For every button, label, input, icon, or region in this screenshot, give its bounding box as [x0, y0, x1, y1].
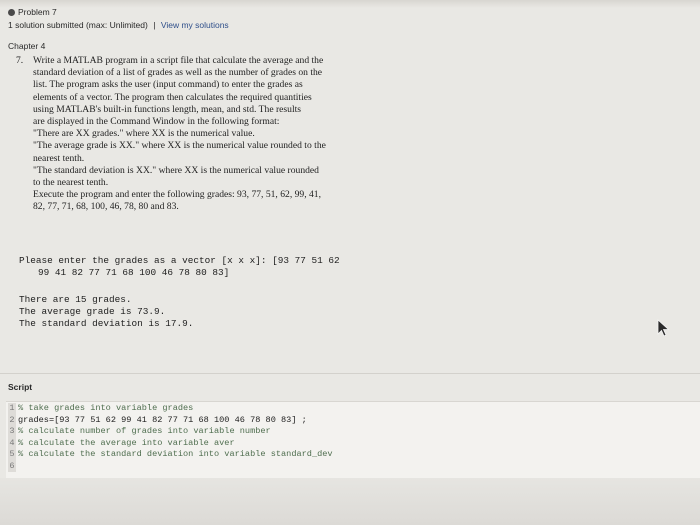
- code-line[interactable]: 6: [8, 460, 333, 472]
- problem-line: 82, 77, 71, 68, 100, 46, 78, 80 and 83.: [33, 201, 179, 213]
- bottom-area: [0, 478, 700, 525]
- command-window-output: Please enter the grades as a vector [x x…: [19, 255, 399, 330]
- code-comment: % take grades into variable grades: [18, 403, 194, 413]
- problem-line: list. The program asks the user (input c…: [33, 79, 303, 91]
- problem-statement: 7. Write a MATLAB program in a script fi…: [16, 55, 396, 214]
- code-line[interactable]: 4% calculate the average into variable a…: [8, 437, 333, 449]
- code-line[interactable]: 3% calculate number of grades into varia…: [8, 426, 333, 438]
- problem-line: elements of a vector. The program then c…: [33, 91, 312, 103]
- problem-line: are displayed in the Command Window in t…: [33, 116, 280, 128]
- problem-line: "The standard deviation is XX." where XX…: [33, 164, 319, 176]
- mouse-pointer-icon: [657, 319, 670, 337]
- problem-line: "There are XX grades." where XX is the n…: [33, 128, 255, 140]
- code-comment: % calculate number of grades into variab…: [18, 426, 271, 436]
- code-comment: % calculate the average into variable av…: [18, 437, 235, 448]
- header-separator: |: [153, 20, 156, 30]
- line-number: 4: [8, 437, 16, 449]
- line-number: 2: [8, 414, 16, 426]
- problem-line: using MATLAB's built-in functions length…: [33, 103, 302, 115]
- output-average-line: The average grade is 73.9.: [19, 306, 166, 317]
- script-label: Script: [8, 382, 33, 392]
- line-number: 6: [8, 460, 16, 472]
- view-solutions-link[interactable]: View my solutions: [161, 20, 229, 30]
- problem-line: Write a MATLAB program in a script file …: [33, 55, 324, 66]
- status-circle-icon: [8, 9, 15, 16]
- code-statement: grades=[93 77 51 62 99 41 82 77 71 68 10…: [18, 414, 307, 425]
- problem-line: Execute the program and enter the follow…: [33, 189, 322, 201]
- chapter-label: Chapter 4: [8, 41, 46, 51]
- script-code[interactable]: 1% take grades into variable grades 2 grad…: [8, 403, 333, 472]
- section-divider: [0, 373, 700, 374]
- problem-text: Write a MATLAB program in a script file …: [33, 55, 396, 214]
- problem-title: Problem 7: [18, 7, 57, 17]
- line-number: 1: [8, 403, 16, 415]
- code-line[interactable]: 5% calculate the standard deviation into…: [8, 449, 333, 461]
- problem-line: "The average grade is XX." where XX is t…: [33, 140, 326, 152]
- problem-line: to the nearest tenth.: [33, 177, 109, 189]
- line-number: 3: [8, 426, 16, 438]
- input-prompt-continuation: 99 41 82 77 71 68 100 46 78 80 83]: [38, 267, 230, 278]
- submission-count: 1 solution submitted (max: Unlimited): [8, 20, 148, 30]
- input-prompt-line: Please enter the grades as a vector [x x…: [19, 255, 340, 266]
- line-number: 5: [8, 449, 16, 461]
- code-line[interactable]: 1% take grades into variable grades: [8, 403, 333, 415]
- output-std-line: The standard deviation is 17.9.: [19, 318, 194, 329]
- code-comment: % calculate the standard deviation into …: [18, 449, 333, 459]
- code-line[interactable]: 2 grades=[93 77 51 62 99 41 82 77 71 68 1…: [8, 414, 333, 426]
- problem-line: nearest tenth.: [33, 152, 85, 164]
- problem-line: standard deviation of a list of grades a…: [33, 67, 323, 79]
- output-count-line: There are 15 grades.: [19, 294, 132, 305]
- problem-header: Problem 7 1 solution submitted (max: Unl…: [8, 6, 232, 32]
- problem-number: 7.: [16, 55, 24, 66]
